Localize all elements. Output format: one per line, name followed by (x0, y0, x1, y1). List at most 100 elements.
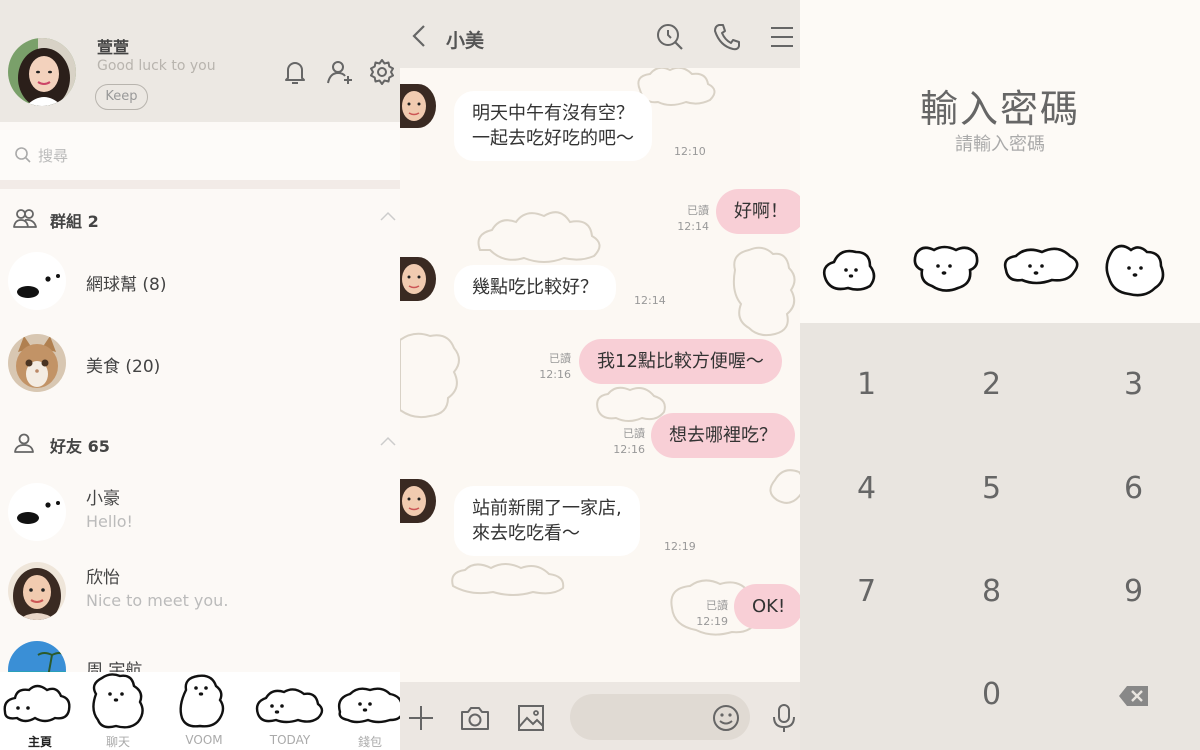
mic-icon[interactable] (771, 703, 797, 733)
group-item-tennis[interactable]: 網球幫 (8) (0, 247, 400, 317)
message-text-line: OK! (752, 596, 786, 617)
key-0[interactable]: 0 (925, 645, 1058, 745)
group-icon (13, 207, 37, 229)
tab-label: 錢包 (357, 735, 382, 749)
background-dog-doodle (769, 469, 800, 504)
message-text-line: 一起去吃好吃的吧～ (472, 128, 634, 149)
search-bar[interactable]: 搜尋 (0, 130, 400, 180)
sitting-dog-icon (92, 673, 144, 729)
message-time: 12:14 (634, 294, 666, 307)
numeric-keypad: 1 2 3 4 5 6 7 8 9 0 (800, 323, 1200, 750)
group-item-food[interactable]: 美食 (20) (0, 329, 400, 399)
background-dog-doodle (732, 246, 796, 337)
standing-dog-icon (179, 674, 225, 728)
key-9[interactable]: 9 (1067, 542, 1200, 642)
message-time: 12:10 (674, 145, 706, 158)
message-time: 12:19 (696, 615, 728, 628)
avatar (8, 334, 66, 392)
tab-wallet[interactable]: 錢包 (330, 672, 400, 750)
tab-today[interactable]: TODAY (250, 672, 330, 750)
back-icon[interactable] (406, 22, 432, 50)
tab-home[interactable]: 主頁 (0, 672, 80, 750)
friend-item[interactable]: 欣怡 Nice to meet you. (0, 557, 400, 627)
key-8[interactable]: 8 (925, 542, 1058, 642)
gear-icon[interactable] (367, 57, 397, 87)
read-receipt: 已讀 (687, 204, 709, 217)
read-receipt: 已讀 (706, 599, 728, 612)
menu-icon[interactable] (768, 22, 796, 52)
plus-icon[interactable] (406, 703, 436, 733)
chevron-up-icon[interactable] (380, 211, 396, 221)
add-friend-icon[interactable] (325, 57, 355, 87)
passcode-dot-dog-icon (913, 245, 979, 292)
chevron-up-icon[interactable] (380, 436, 396, 446)
message-time: 12:14 (677, 220, 709, 233)
profile-status-message: Good luck to you (97, 58, 216, 74)
friends-section-header[interactable]: 好友 65 (0, 428, 400, 458)
read-receipt: 已讀 (549, 352, 571, 365)
message-bubble-outgoing[interactable]: 好啊！ (716, 189, 800, 234)
message-time: 12:16 (613, 443, 645, 456)
message-bubble-incoming[interactable]: 幾點吃比較好？ (454, 265, 616, 310)
contact-avatar[interactable] (400, 84, 436, 128)
sleeping-dog-icon (3, 684, 71, 723)
key-1[interactable]: 1 (800, 335, 933, 435)
key-6[interactable]: 6 (1067, 439, 1200, 539)
key-4[interactable]: 4 (800, 439, 933, 539)
bell-icon[interactable] (280, 57, 310, 87)
friend-status: Nice to meet you. (86, 591, 229, 610)
background-dog-doodle (451, 563, 565, 596)
message-time: 12:16 (539, 368, 571, 381)
phone-icon[interactable] (712, 22, 742, 52)
group-name: 美食 (20) (86, 357, 161, 377)
camera-icon[interactable] (459, 703, 491, 733)
message-text-line: 站前新開了一家店, (472, 498, 622, 519)
key-7[interactable]: 7 (800, 542, 933, 642)
contact-avatar[interactable] (400, 257, 436, 301)
contact-avatar[interactable] (400, 479, 436, 523)
message-bubble-incoming[interactable]: 明天中午有沒有空？ 一起去吃好吃的吧～ (454, 91, 652, 161)
friend-name: 小豪 (86, 489, 120, 509)
avatar (8, 252, 66, 310)
friends-label: 好友 65 (50, 437, 110, 456)
message-text-line: 來去吃吃看～ (472, 523, 580, 544)
message-bubble-incoming[interactable]: 站前新開了一家店, 來去吃吃看～ (454, 486, 640, 556)
groups-section-header[interactable]: 群組 2 (0, 203, 400, 233)
read-receipt: 已讀 (623, 427, 645, 440)
keep-button[interactable]: Keep (95, 84, 148, 110)
groups-label: 群組 2 (50, 212, 99, 231)
search-icon[interactable] (655, 22, 685, 52)
passcode-subtitle: 請輸入密碼 (955, 134, 1045, 155)
search-icon (14, 146, 32, 164)
passcode-dot-dog-icon (1105, 244, 1165, 297)
passcode-title: 輸入密碼 (919, 87, 1080, 131)
search-placeholder: 搜尋 (38, 147, 69, 165)
tab-label: 聊天 (105, 735, 130, 749)
friend-item[interactable]: 小豪 Hello! (0, 478, 400, 548)
message-bubble-outgoing[interactable]: 想去哪裡吃？ (651, 413, 795, 458)
profile-avatar[interactable] (8, 38, 76, 106)
message-bubble-outgoing[interactable]: 我12點比較方便喔～ (579, 339, 782, 384)
backspace-key[interactable] (1067, 645, 1200, 745)
tab-voom[interactable]: VOOM (164, 672, 244, 750)
key-5[interactable]: 5 (925, 439, 1058, 539)
key-3[interactable]: 3 (1067, 335, 1200, 435)
person-icon (13, 432, 37, 454)
message-bubble-outgoing[interactable]: OK! (734, 584, 800, 629)
message-composer (400, 682, 800, 750)
emoji-icon[interactable] (711, 703, 741, 733)
chat-screen: 小美 明天中午有沒有空？ 一起去吃好吃的吧～ 12:10 已讀 12:14 好啊… (400, 0, 800, 750)
passcode-screen: 輸入密碼 請輸入密碼 1 2 3 4 5 6 7 8 9 0 (800, 0, 1200, 750)
background-dog-doodle (477, 211, 601, 263)
tab-chats[interactable]: 聊天 (78, 672, 158, 750)
key-2[interactable]: 2 (925, 335, 1058, 435)
chat-title: 小美 (446, 30, 485, 52)
group-name: 網球幫 (8) (86, 275, 167, 295)
message-time: 12:19 (664, 540, 696, 553)
image-icon[interactable] (516, 703, 546, 733)
friend-name: 欣怡 (86, 568, 120, 588)
message-text-line: 好啊！ (734, 201, 788, 222)
bottom-tab-bar: 主頁 聊天 VOOM TODAY 錢包 (0, 672, 400, 750)
resting-dog-icon (337, 687, 400, 724)
avatar (8, 483, 66, 541)
